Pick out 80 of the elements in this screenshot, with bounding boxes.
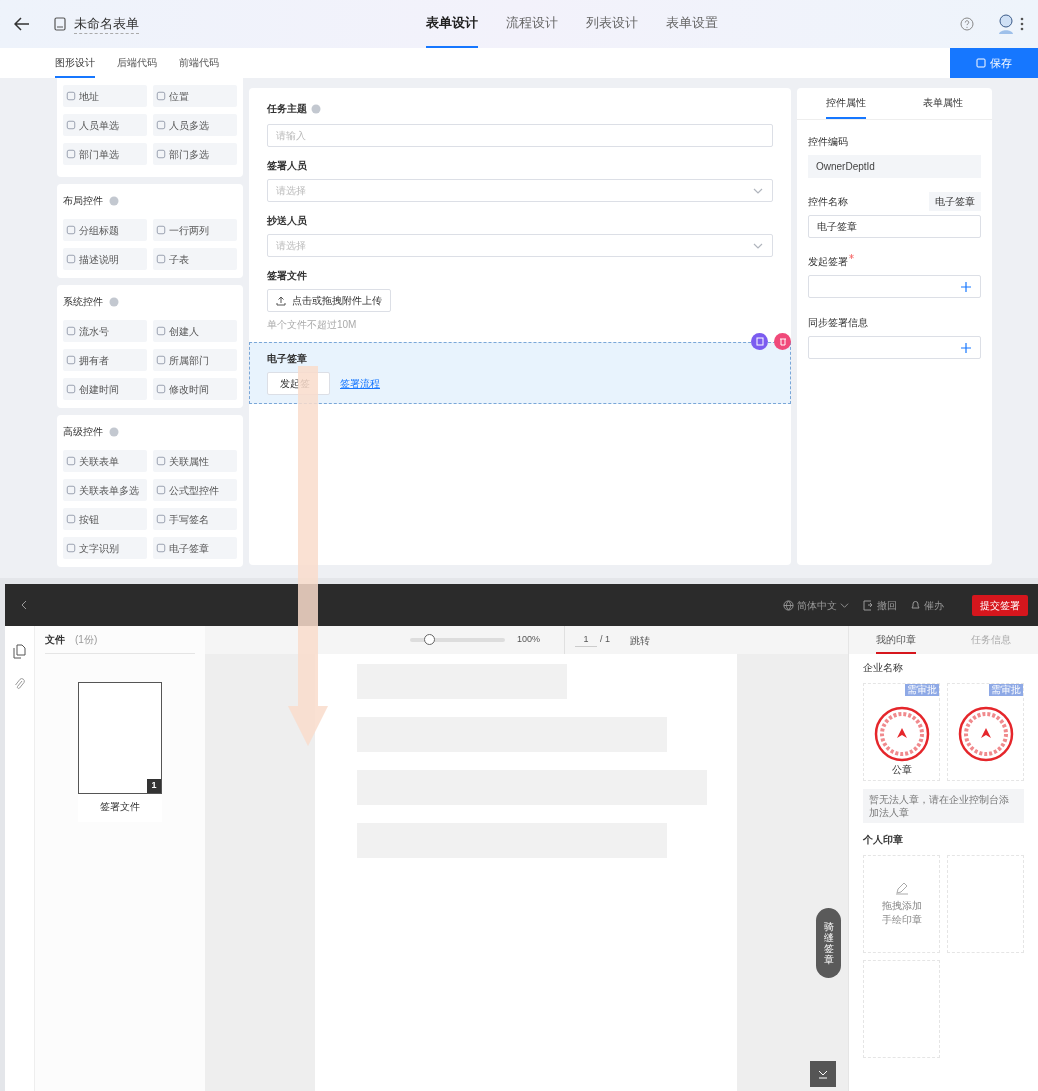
form-field[interactable]: 签署人员 请选择 — [249, 157, 791, 212]
palette-item[interactable]: 人员单选 — [63, 114, 147, 136]
palette-item[interactable]: 人员多选 — [153, 114, 237, 136]
sub-tab[interactable]: 后端代码 — [117, 48, 157, 78]
page-input[interactable]: 1 — [575, 632, 598, 648]
input-field[interactable]: 电子签章 — [808, 215, 981, 238]
group-title: 系统控件 — [63, 295, 103, 309]
property-label: 控件名称 — [808, 194, 848, 209]
files-count: (1份) — [75, 633, 98, 647]
upload-button[interactable]: 点击或拖拽附件上传 — [267, 289, 391, 312]
field-label: 签署人员 — [267, 159, 307, 173]
field-label: 签署文件 — [267, 269, 307, 283]
palette-item[interactable]: 按钮 — [63, 508, 147, 530]
form-title[interactable]: 未命名表单 — [74, 13, 139, 35]
add-seal-text: 拖拽添加 — [881, 899, 922, 913]
palette-item[interactable]: 部门多选 — [153, 143, 237, 165]
palette-item[interactable]: 部门单选 — [63, 143, 147, 165]
header-tab[interactable]: 列表设计 — [586, 0, 638, 48]
language-selector[interactable]: 简体中文 — [783, 597, 849, 613]
palette-item[interactable]: 电子签章 — [153, 537, 237, 559]
paging-seal-button[interactable]: 骑缝签章 — [816, 908, 841, 978]
viewer-action[interactable]: 撤回 — [863, 597, 897, 613]
header-tab[interactable]: 表单设置 — [666, 0, 718, 48]
field-label: 抄送人员 — [267, 214, 307, 228]
palette-item[interactable]: 拥有者 — [63, 349, 147, 371]
submit-sign-button[interactable]: 提交签署 — [972, 594, 1028, 616]
approval-badge: 需审批 — [989, 684, 1023, 696]
page-number-badge: 1 — [147, 779, 161, 793]
form-field[interactable]: 签署文件 点击或拖拽附件上传 单个文件不超过10M — [249, 267, 791, 342]
field-label: 任务主题 — [267, 102, 307, 116]
add-seal-text: 手绘印章 — [881, 913, 922, 927]
palette-item[interactable]: 位置 — [153, 85, 237, 107]
property-label: 同步签署信息 — [808, 315, 868, 330]
approval-badge: 需审批 — [905, 684, 939, 696]
seal-card[interactable]: 需审批 公章 — [863, 683, 940, 781]
property-tab[interactable]: 控件属性 — [797, 88, 895, 119]
palette-item[interactable]: 所属部门 — [153, 349, 237, 371]
palette-item[interactable]: 关联表单多选 — [63, 479, 147, 501]
company-name: 企业名称 — [863, 661, 904, 675]
sub-tab[interactable]: 前端代码 — [179, 48, 219, 78]
seal-caption: 公章 — [891, 763, 912, 777]
seal-tab[interactable]: 我的印章 — [849, 626, 944, 654]
palette-item[interactable]: 地址 — [63, 85, 147, 107]
palette-item[interactable]: 子表 — [153, 248, 237, 270]
group-title: 高级控件 — [63, 425, 103, 439]
sign-flow-link[interactable]: 签署流程 — [340, 376, 380, 391]
notice-text: 暂无法人章，请在企业控制台添加法人章 — [863, 789, 1024, 823]
save-button[interactable]: 保存 — [950, 48, 1038, 78]
palette-item[interactable]: 关联属性 — [153, 450, 237, 472]
files-title: 文件 — [45, 633, 65, 647]
page-total: / 1 — [600, 633, 611, 647]
palette-item[interactable]: 创建时间 — [63, 378, 147, 400]
property-tab[interactable]: 表单属性 — [894, 88, 992, 119]
palette-item[interactable]: 修改时间 — [153, 378, 237, 400]
jump-button[interactable]: 跳转 — [630, 632, 651, 648]
upload-hint: 单个文件不超过10M — [267, 318, 358, 332]
property-tag: 电子签章 — [929, 191, 981, 211]
readonly-field: OwnerDeptId — [808, 155, 981, 178]
property-label: 发起签署 — [808, 254, 848, 269]
header-tab[interactable]: 流程设计 — [506, 0, 558, 48]
palette-item[interactable]: 关联表单 — [63, 450, 147, 472]
palette-item[interactable]: 流水号 — [63, 320, 147, 342]
palette-item[interactable]: 一行两列 — [153, 219, 237, 241]
input-field[interactable]: 请输入 — [267, 124, 773, 147]
viewer-action[interactable]: 催办 — [911, 597, 944, 613]
page-thumbnail[interactable]: 1 — [78, 682, 162, 794]
palette-item[interactable]: 分组标题 — [63, 219, 147, 241]
form-field[interactable]: 抄送人员 请选择 — [249, 212, 791, 267]
add-seal-card[interactable]: 拖拽添加 手绘印章 — [863, 855, 940, 953]
palette-item[interactable]: 手写签名 — [153, 508, 237, 530]
zoom-value: 100% — [517, 633, 541, 647]
palette-item[interactable]: 创建人 — [153, 320, 237, 342]
group-title: 布局控件 — [63, 194, 103, 208]
personal-seal-title: 个人印章 — [863, 833, 904, 847]
palette-item[interactable]: 公式型控件 — [153, 479, 237, 501]
palette-item[interactable]: 描述说明 — [63, 248, 147, 270]
palette-item[interactable]: 文字识别 — [63, 537, 147, 559]
field-label: 电子签章 — [267, 352, 307, 366]
form-field[interactable]: 任务主题 请输入 — [249, 100, 791, 157]
property-label: 控件编码 — [808, 134, 848, 149]
